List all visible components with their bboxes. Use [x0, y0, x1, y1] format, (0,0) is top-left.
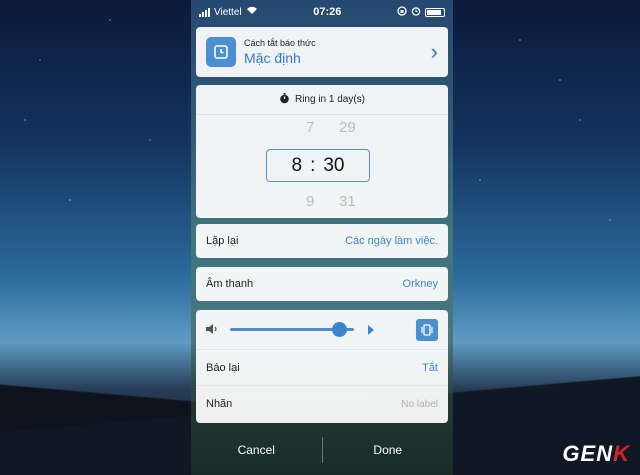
alarm-icon [411, 6, 421, 19]
volume-row [196, 310, 448, 350]
next-hour[interactable]: 9 [306, 193, 314, 210]
battery-icon [424, 7, 445, 17]
dismiss-method-label: Cách tắt báo thức [244, 38, 316, 48]
repeat-row[interactable]: Lặp lại Các ngày làm việc. [196, 224, 448, 258]
sound-row[interactable]: Âm thanh Orkney [196, 267, 448, 301]
status-bar: Viettel 07:26 [191, 0, 453, 24]
selected-time[interactable]: 8 : 30 [266, 149, 370, 182]
volume-slider-thumb[interactable] [332, 322, 348, 337]
label-field-label: Nhãn [206, 398, 233, 410]
label-field-placeholder[interactable]: No label [401, 399, 438, 410]
time-separator: : [310, 154, 316, 176]
phone-screen: Viettel 07:26 Cách tắt báo thức Mặc định… [191, 0, 453, 475]
wifi-icon [246, 6, 258, 18]
repeat-label: Lặp lại [206, 235, 239, 247]
selected-hour[interactable]: 8 [292, 155, 303, 177]
status-time: 07:26 [313, 6, 342, 18]
speaker-icon [206, 321, 218, 339]
orientation-lock-icon [397, 5, 407, 19]
time-wheel[interactable]: 7 29 8 : 30 9 31 [196, 115, 448, 218]
snooze-label: Báo lại [206, 361, 240, 374]
dismiss-method-row[interactable]: Cách tắt báo thức Mặc định › [196, 27, 448, 77]
timer-icon [279, 92, 290, 107]
ring-info: Ring in 1 day(s) [196, 85, 448, 115]
options-card: Báo lại Tắt Nhãn No label [196, 310, 448, 423]
ring-info-text: Ring in 1 day(s) [294, 94, 366, 105]
snooze-row[interactable]: Báo lại Tắt [196, 350, 448, 386]
vibrate-toggle[interactable] [416, 318, 438, 341]
genk-logo: GENK [562, 441, 630, 466]
vibrate-icon [421, 323, 433, 336]
alarm-clock-icon [206, 37, 236, 67]
volume-slider[interactable] [230, 322, 354, 337]
play-preview-icon[interactable] [368, 324, 374, 335]
label-row[interactable]: Nhãn No label [196, 386, 448, 422]
carrier-label: Viettel [214, 6, 242, 18]
sound-value: Orkney [402, 278, 438, 290]
cancel-button[interactable]: Cancel [191, 443, 322, 457]
time-picker-card: Ring in 1 day(s) 7 29 8 : 30 9 31 [196, 85, 448, 218]
signal-icon [199, 7, 210, 17]
prev-hour[interactable]: 7 [306, 119, 314, 136]
dismiss-method-value: Mặc định [244, 50, 301, 66]
repeat-value: Các ngày làm việc. [345, 235, 438, 247]
action-bar: Cancel Done [191, 430, 453, 470]
chevron-right-icon: › [430, 39, 438, 64]
next-minute[interactable]: 31 [339, 193, 356, 210]
sound-label: Âm thanh [206, 278, 254, 290]
prev-minute[interactable]: 29 [339, 119, 356, 136]
done-button[interactable]: Done [323, 443, 454, 457]
selected-minute[interactable]: 30 [323, 155, 344, 177]
snooze-value: Tắt [422, 361, 438, 374]
